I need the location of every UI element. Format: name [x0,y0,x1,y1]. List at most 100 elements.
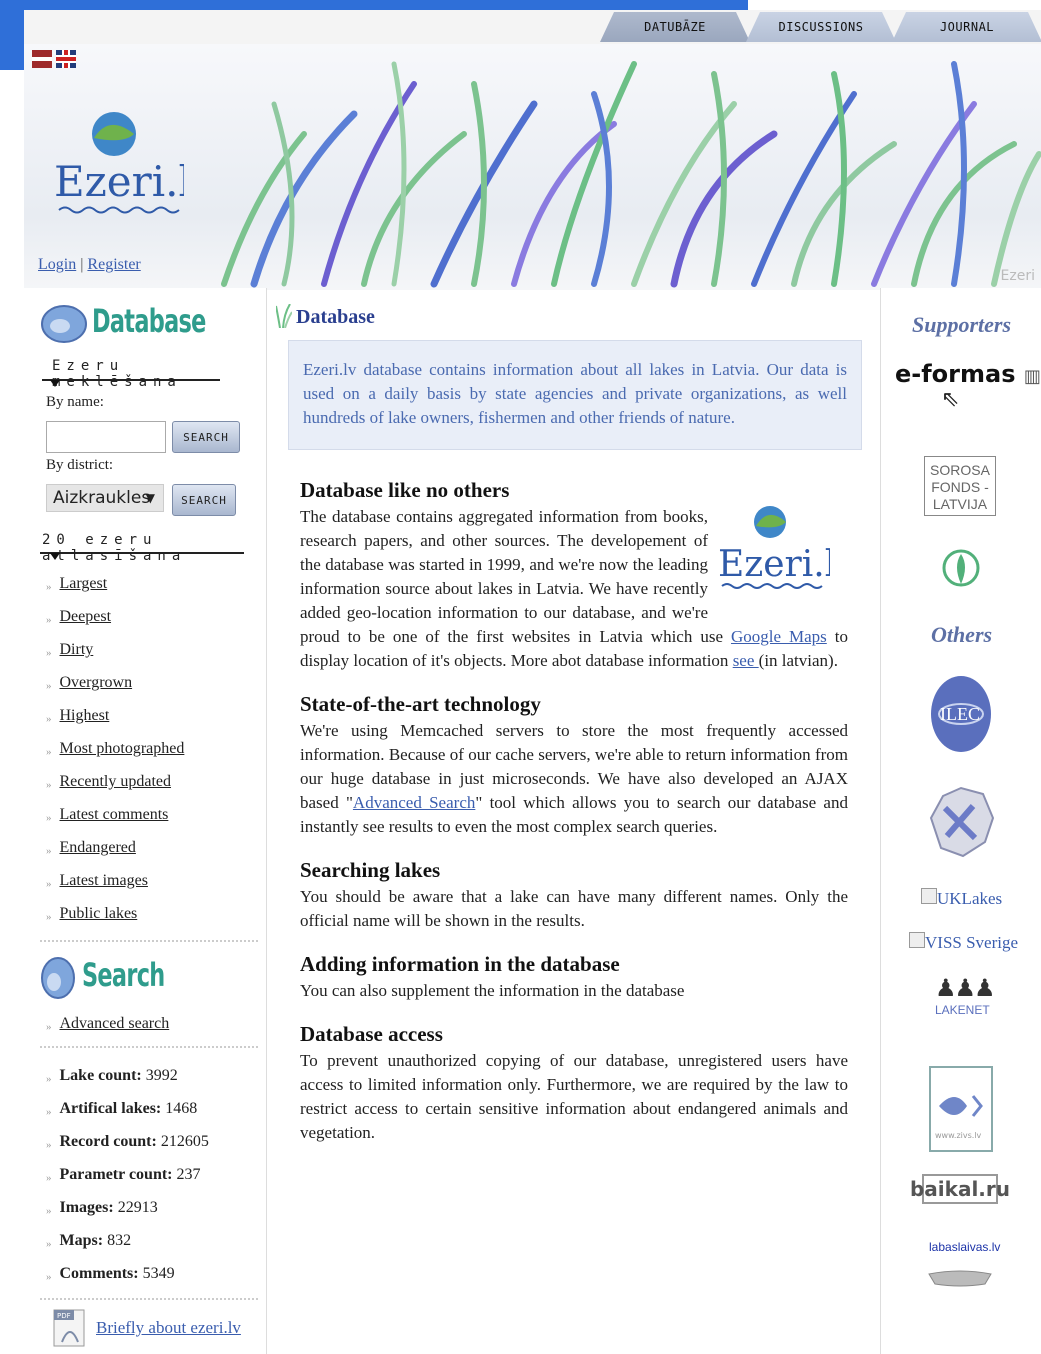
bullet-icon: » [46,1106,52,1118]
zivs-logo[interactable]: www.zivs.lv [929,1066,993,1152]
database-title: Database [92,302,206,340]
list-item: » Recently updated [46,758,184,791]
bullet-icon: » [46,1271,52,1283]
right-sidebar: Supporters e-formas ▥ ⇖ SOROSA FONDS - L… [880,288,1041,1354]
list-item: » Advanced search [46,1000,169,1033]
bullet-icon: » [46,1021,52,1033]
uklakes-link[interactable]: UKLakes [921,888,1002,909]
section-heading: Database like no others [300,478,510,502]
bullet-icon: » [46,1205,52,1217]
tab-journal[interactable]: JOURNAL [892,12,1041,42]
stat-value: 22913 [117,1199,158,1216]
section-searching-lakes: Searching lakes You should be aware that… [300,858,848,933]
bullet-icon: » [46,878,52,890]
heading-underline [42,379,220,381]
list-item: » Highest [46,692,184,725]
lakenet-logo[interactable]: ♟♟♟ LAKENET [935,974,996,1017]
search-title: Search [82,956,165,994]
section-text: You can also supplement the information … [300,981,685,1000]
stat-value: 5349 [142,1265,175,1282]
header-watermark: Ezeri [1000,268,1035,284]
latvia-map-logo[interactable] [925,778,997,864]
viss-text: VISS Sverige [925,933,1019,952]
tab-discussions[interactable]: DISCUSSIONS [746,12,896,42]
link-recently-updated[interactable]: Recently updated [60,773,172,791]
eformas-logo[interactable]: e-formas ▥ [895,360,1041,388]
district-search-button[interactable]: SEARCH [172,484,236,516]
bullet-icon: » [46,647,52,659]
page-title: Database [296,306,375,328]
stat-item: » Record count: 212605 [46,1118,209,1151]
bullet-icon: » [46,779,52,791]
lake-icon [41,305,87,343]
see-link[interactable]: see [733,651,759,670]
register-link[interactable]: Register [87,256,140,273]
advanced-search-link[interactable]: Advanced Search [353,793,475,812]
section-heading: State-of-the-art technology [300,692,541,716]
section-text: The database contains aggregated informa… [300,505,848,673]
site-header: Ezeri.lv Login | Register Ezeri [24,44,1041,290]
link-overgrown[interactable]: Overgrown [60,674,133,692]
section-database-like-no-others: Database like no others The database con… [300,478,848,673]
soros-logo[interactable]: SOROSA FONDS - LATVIJA [924,456,996,516]
list-item: » Dirty [46,626,184,659]
stat-value: 832 [107,1232,132,1249]
google-maps-link[interactable]: Google Maps [731,627,827,646]
search-lake-icon [41,957,75,999]
ezeri-logo[interactable]: Ezeri.lv [54,104,184,224]
link-highest[interactable]: Highest [60,707,110,725]
people-icon: ♟♟♟ [935,976,996,1002]
link-most-photographed[interactable]: Most photographed [60,740,185,758]
section-text: We're using Memcached servers to store t… [300,719,848,839]
ilec-logo[interactable]: ILEC [929,674,993,756]
boat-icon [928,1270,992,1287]
stat-item: » Parametr count: 237 [46,1151,209,1184]
link-endangered[interactable]: Endangered [60,839,136,857]
link-largest[interactable]: Largest [60,575,108,593]
supporters-heading: Supporters [911,312,1012,337]
stat-label: Images: [59,1199,114,1216]
link-latest-images[interactable]: Latest images [60,872,148,890]
district-select[interactable]: Aizkraukles ▼ [46,484,164,512]
broken-image-icon [909,932,925,948]
pdf-icon-text: PDF [57,1312,71,1320]
top20-list: » Largest » Deepest » Dirty » Overgrown » Hig… [46,560,184,923]
briefly-link[interactable]: Briefly about ezeri.lv [96,1318,241,1338]
top-navigation: DATUBĀZE DISCUSSIONS JOURNAL [24,10,1041,44]
section-text-part: (in latvian). [758,651,838,670]
latvian-flag-icon[interactable] [32,50,52,68]
uk-flag-icon[interactable] [56,50,76,68]
tab-datubaze[interactable]: DATUBĀZE [600,12,750,42]
bullet-icon: » [46,1172,52,1184]
intro-box: Ezeri.lv database contains information a… [288,340,862,450]
login-separator: | [80,256,84,273]
bullet-icon: » [46,680,52,692]
link-dirty[interactable]: Dirty [60,641,94,659]
stat-value: 3992 [145,1067,178,1084]
grass-icon [276,304,292,328]
uklakes-text: UKLakes [937,889,1003,908]
link-latest-comments[interactable]: Latest comments [60,806,169,824]
pdf-icon[interactable]: PDF [52,1308,88,1348]
divider [40,1046,258,1048]
labaslaivas-link[interactable]: labaslaivas.lv [929,1240,1000,1254]
name-search-button[interactable]: SEARCH [172,421,240,453]
link-advanced-search[interactable]: Advanced search [60,1015,170,1033]
viss-sverige-link[interactable]: VISS Sverige [909,932,1018,953]
link-public-lakes[interactable]: Public lakes [60,905,138,923]
baikal-logo[interactable]: baikal.ru [910,1174,1010,1204]
broken-image-icon [921,888,937,904]
name-search-input[interactable] [46,421,166,453]
stat-label: Maps: [59,1232,104,1249]
section-database-access: Database access To prevent unauthorized … [300,1022,848,1145]
stat-label: Comments: [59,1265,139,1282]
section-heading: Database access [300,1022,443,1046]
bullet-icon: » [46,1073,52,1085]
divider [40,940,258,942]
link-deepest[interactable]: Deepest [60,608,112,626]
bullet-icon: » [46,812,52,824]
green-organization-logo[interactable] [941,544,981,596]
login-link[interactable]: Login [38,256,76,273]
bullet-icon: » [46,581,52,593]
zivs-text: www.zivs.lv [935,1131,982,1140]
